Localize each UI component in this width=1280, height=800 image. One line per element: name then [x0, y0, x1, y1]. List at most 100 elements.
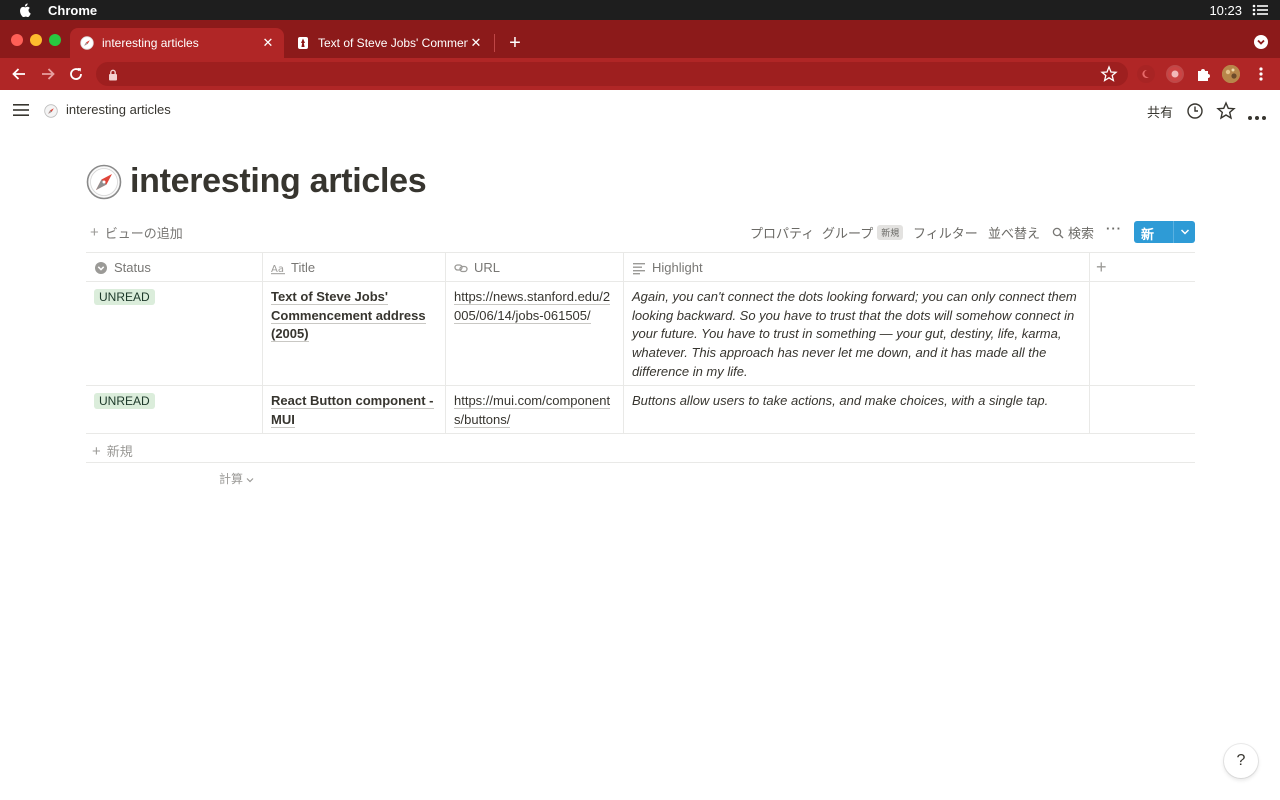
tab-title: Text of Steve Jobs' Commence [318, 36, 468, 50]
column-header-highlight[interactable]: Highlight [624, 253, 1090, 282]
table-header: Status Aa Title URL Highlight + [86, 252, 1195, 282]
macos-menu-bar: Chrome 10:23 [0, 0, 1280, 20]
extensions-puzzle-icon[interactable] [1194, 65, 1212, 83]
search-button[interactable]: 検索 [1052, 223, 1094, 242]
new-tab-button[interactable]: + [504, 32, 526, 54]
new-template-dropdown[interactable] [1173, 221, 1195, 243]
new-badge: 新規 [877, 225, 904, 240]
forward-icon[interactable] [38, 64, 58, 84]
highlight-cell[interactable]: Buttons allow users to take actions, and… [624, 386, 1090, 433]
plus-icon: + [90, 224, 99, 241]
app-name[interactable]: Chrome [48, 3, 97, 18]
minimize-window-button[interactable] [30, 34, 42, 46]
highlight-cell[interactable]: Again, you can't connect the dots lookin… [624, 282, 1090, 385]
status-cell[interactable]: UNREAD [86, 386, 263, 433]
search-icon [1052, 227, 1064, 239]
empty-cell[interactable] [1090, 282, 1195, 385]
bookmark-star-icon[interactable] [1100, 65, 1118, 83]
reload-icon[interactable] [66, 64, 86, 84]
column-label: Status [114, 260, 151, 275]
properties-button[interactable]: プロパティ [750, 223, 814, 242]
table-row[interactable]: UNREAD React Button component - MUI http… [86, 386, 1195, 434]
column-header-url[interactable]: URL [446, 253, 624, 282]
column-label: Title [291, 260, 316, 275]
browser-toolbar [0, 58, 1280, 90]
search-label: 検索 [1068, 226, 1095, 241]
status-badge: UNREAD [94, 289, 155, 305]
extension-record-icon[interactable] [1166, 65, 1184, 83]
profile-avatar[interactable] [1222, 65, 1240, 83]
tab-title: interesting articles [102, 36, 199, 50]
row-title[interactable]: Text of Steve Jobs' Commencement address… [271, 289, 426, 343]
tab-strip: interesting articles ✕ Text of Steve Job… [0, 20, 1280, 58]
browser-chrome: interesting articles ✕ Text of Steve Job… [0, 20, 1280, 90]
lock-icon[interactable] [108, 68, 118, 81]
sidebar-toggle-icon[interactable] [12, 102, 30, 118]
favorite-star-icon[interactable] [1216, 101, 1236, 121]
page-title[interactable]: interesting articles [130, 162, 427, 201]
select-icon [94, 261, 108, 275]
add-row-label: + 新規 [92, 443, 133, 460]
column-header-title[interactable]: Aa Title [263, 253, 446, 282]
help-button[interactable]: ? [1224, 744, 1258, 778]
text-icon: Aa [271, 261, 285, 275]
table-row[interactable]: UNREAD Text of Steve Jobs' Commencement … [86, 282, 1195, 386]
column-label: Highlight [652, 260, 703, 275]
chevron-down-icon [1180, 229, 1189, 235]
tab-interesting-articles[interactable]: interesting articles ✕ [70, 28, 284, 58]
apple-icon[interactable] [18, 3, 32, 17]
close-tab-icon[interactable]: ✕ [260, 35, 276, 51]
tab-search-icon[interactable] [1254, 35, 1268, 49]
close-tab-icon[interactable]: ✕ [468, 35, 484, 51]
new-button-group: 新規 [1134, 221, 1195, 243]
add-view-label: ビューの追加 [104, 226, 183, 241]
add-row-button[interactable]: + 新規 [86, 434, 1195, 463]
view-more-icon[interactable]: ··· [1106, 221, 1122, 236]
page-header: interesting articles [86, 162, 427, 201]
column-label: URL [474, 260, 501, 275]
compass-icon [44, 104, 58, 118]
browser-menu-icon[interactable] [1251, 64, 1271, 84]
database-view-bar: + ビューの追加 プロパティ グループ 新規 フィルター 並べ替え 検索 ··· … [86, 220, 1195, 244]
close-window-button[interactable] [11, 34, 23, 46]
row-title[interactable]: React Button component - MUI [271, 393, 434, 428]
column-header-status[interactable]: Status [86, 253, 263, 282]
status-cell[interactable]: UNREAD [86, 282, 263, 385]
filter-button[interactable]: フィルター [913, 223, 978, 242]
sort-button[interactable]: 並べ替え [988, 223, 1040, 242]
control-center-icon[interactable] [1252, 4, 1268, 16]
url-cell[interactable]: https://news.stanford.edu/2005/06/14/job… [446, 282, 624, 385]
add-view-button[interactable]: + ビューの追加 [90, 223, 183, 242]
menu-clock[interactable]: 10:23 [1209, 3, 1242, 18]
more-options-icon[interactable] [1247, 108, 1267, 120]
row-url[interactable]: https://news.stanford.edu/2005/06/14/job… [454, 289, 611, 324]
group-label: グループ [822, 226, 874, 241]
lines-icon [632, 261, 646, 275]
calculate-button[interactable]: 計算 [219, 470, 254, 487]
back-icon[interactable] [9, 64, 29, 84]
compass-icon [80, 36, 94, 50]
add-column-icon[interactable]: + [1096, 257, 1107, 278]
maximize-window-button[interactable] [49, 34, 61, 46]
title-cell[interactable]: Text of Steve Jobs' Commencement address… [263, 282, 446, 385]
address-bar[interactable] [96, 62, 1128, 86]
updates-clock-icon[interactable] [1186, 102, 1204, 120]
extension-red-moon-icon[interactable] [1137, 65, 1155, 83]
new-record-button[interactable]: 新規 [1134, 221, 1174, 243]
stanford-tree-icon [296, 36, 310, 50]
empty-cell[interactable] [1090, 386, 1195, 433]
url-cell[interactable]: https://mui.com/components/buttons/ [446, 386, 624, 433]
calculate-label: 計算 [219, 472, 244, 486]
share-button[interactable]: 共有 [1147, 102, 1173, 121]
link-icon [454, 261, 468, 275]
group-button[interactable]: グループ 新規 [822, 223, 904, 242]
title-cell[interactable]: React Button component - MUI [263, 386, 446, 433]
chevron-down-icon [246, 478, 254, 483]
compass-icon[interactable] [86, 164, 122, 200]
breadcrumb[interactable]: interesting articles [66, 102, 171, 117]
row-url[interactable]: https://mui.com/components/buttons/ [454, 393, 611, 428]
status-badge: UNREAD [94, 393, 155, 409]
tab-steve-jobs[interactable]: Text of Steve Jobs' Commence ✕ [286, 28, 492, 58]
tab-separator [494, 34, 495, 52]
notion-topbar: interesting articles 共有 [0, 90, 1280, 132]
